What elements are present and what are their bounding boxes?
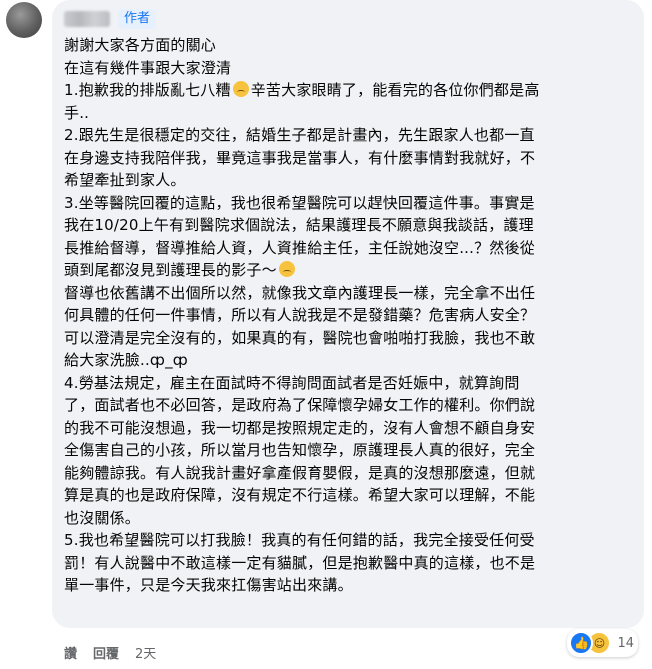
comment-line: 2.跟先生是很穩定的交往，結婚生子都是計畫內，先生跟家人也都一直	[64, 126, 535, 144]
comment-line: 也沒關係。	[64, 508, 141, 527]
comment-actions: 讚 回覆 2天	[64, 643, 164, 662]
comment-line: 督導也依舊講不出個所以然，就像我文章內護理長一樣，完全拿不出任	[64, 283, 536, 302]
like-button[interactable]: 讚	[64, 643, 85, 662]
sad-face-emoji-icon	[232, 81, 249, 97]
comment-line: 1.抱歉我的排版亂七八糟 辛苦大家眼睛了，能看完的各位你們都是高	[64, 79, 632, 102]
comment-line: 可以澄清是完全沒有的，如果真的有，醫院也會啪啪打我臉，我也不敢	[64, 328, 536, 347]
comment-line: 手..	[64, 103, 90, 122]
comment-line-part: 1.抱歉我的排版亂七八糟	[64, 81, 231, 99]
comment-bubble: 作者 謝謝大家各方面的關心 在這有幾件事跟大家澄清 1.抱歉我的排版亂七八糟 辛苦…	[52, 0, 644, 628]
comment-line: 希望牽扯到家人。	[64, 171, 186, 189]
sad-face-emoji-icon	[278, 261, 295, 277]
comment-line: 單一事件，只是今天我來扛傷害站出來講。	[64, 576, 353, 594]
comment-line: 3.坐等醫院回覆的這點，我也很希望醫院可以趕快回覆這件事。事實是	[64, 193, 535, 212]
comment-line: 長推給督導，督導推給人資，人資推給主任，主任說她沒空...？然後從	[64, 238, 535, 257]
comment-line: 謝謝大家各方面的關心	[64, 36, 217, 54]
comment-line: 何具體的任何一件事情，所以有人說我是不是發錯藥？危害病人安全？	[64, 306, 536, 324]
reaction-count: 14	[617, 635, 634, 651]
comment-line-part: 頭到尾都沒見到護理長的影子～	[64, 261, 277, 279]
comment-line: 在這有幾件事跟大家澄清	[64, 58, 232, 77]
comment-header: 作者	[64, 4, 632, 34]
comment-line: 罰！有人說醫中不敢這樣一定有貓膩，但是抱歉醫中真的這樣，也不是	[64, 553, 536, 572]
comment-line: 的我不可能沒想過，我一切都是按照規定走的，沒有人會想不顧自身安	[64, 418, 536, 437]
comment-line-part: 辛苦大家眼睛了，能看完的各位你們都是高	[250, 81, 540, 99]
comment-timestamp[interactable]: 2天	[127, 643, 164, 662]
reply-button[interactable]: 回覆	[85, 643, 127, 662]
comment-line: 5.我也希望醫院可以打我臉！我真的有任何錯的話，我完全接受任何受	[64, 531, 535, 549]
comment-line: 4.勞基法規定，雇主在面試時不得詢問面試者是否妊娠中，就算詢問	[64, 373, 520, 392]
avatar[interactable]	[6, 2, 42, 38]
author-name-redacted[interactable]	[64, 11, 110, 27]
comment-line: 算是真的也是政府保障，沒有規定不行這樣。希望大家可以理解，不能	[64, 486, 536, 504]
comment-line: 全傷害自己的小孩，所以當月也告知懷孕，原護理長人真的很好，完全	[64, 441, 536, 459]
author-badge: 作者	[118, 9, 157, 29]
comment-line: 在身邊支持我陪伴我，畢竟這事我是當事人，有什麼事情對我就好，不	[64, 148, 536, 167]
comment-line: 頭到尾都沒見到護理長的影子～	[64, 259, 632, 282]
comment-line: 了，面試者也不必回答，是政府為了保障懷孕婦女工作的權利。你們說	[64, 396, 536, 414]
comment-line: 能夠體諒我。有人說我計畫好拿產假育嬰假，是真的沒想那麼遠，但就	[64, 463, 536, 482]
reactions-summary[interactable]: 👍 ☺ 14	[567, 629, 638, 657]
comment-line: 給大家洗臉..ȹ_ȹ	[64, 351, 188, 369]
comment-body: 謝謝大家各方面的關心 在這有幾件事跟大家澄清 1.抱歉我的排版亂七八糟 辛苦大家眼…	[64, 34, 632, 597]
comment-line: 我在10/20上午有到醫院求個說法，結果護理長不願意與我談話，護理	[64, 216, 534, 234]
